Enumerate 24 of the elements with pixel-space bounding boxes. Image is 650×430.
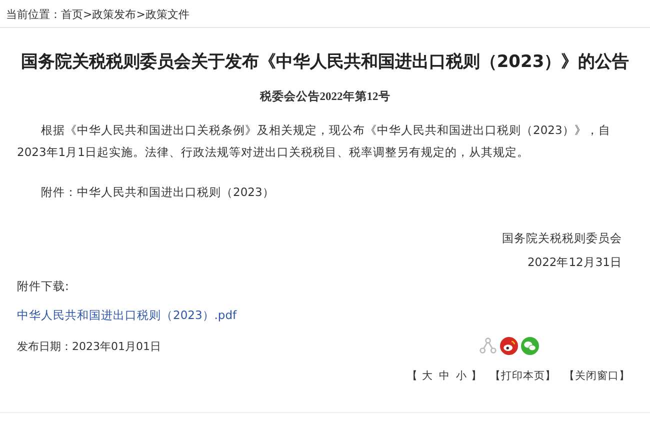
tool-link[interactable]: 【打印本页】 [490, 369, 556, 383]
bracket: 】 [471, 369, 482, 383]
weibo-icon[interactable] [500, 337, 518, 355]
breadcrumb-label: 当前位置： [6, 8, 61, 21]
font-size-link[interactable]: 大 [420, 369, 435, 383]
attachment-link[interactable]: 中华人民共和国进出口税则（2023）.pdf [17, 308, 237, 323]
signature: 国务院关税税则委员会 [501, 231, 623, 246]
font-size-link[interactable]: 中 [437, 369, 452, 383]
bracket: 【 [407, 369, 418, 383]
breadcrumb-link[interactable]: 政策文件 [145, 8, 190, 21]
article-paragraph: 根据《中华人民共和国进出口关税条例》及相关规定，现公布《中华人民共和国进出口税则（2023）》，自2023年1月1日起实施。法律、行政法规等对进出口关税税目、税率调整另有规定的，从其规定。 [17, 122, 612, 161]
breadcrumb-separator: > [136, 8, 146, 21]
article-paragraph: 附件：中华人民共和国进出口税则（2023） [40, 184, 276, 201]
attachments-label: 附件下载: [17, 279, 70, 294]
wechat-icon[interactable] [521, 337, 539, 355]
tool-link[interactable]: 【关闭窗口】 [564, 369, 630, 383]
font-size-link[interactable]: 小 [454, 369, 469, 383]
breadcrumb-link[interactable]: 政策发布 [92, 8, 136, 21]
article-title: 国务院关税税则委员会关于发布《中华人民共和国进出口税则（2023）》的公告 [20, 51, 630, 73]
breadcrumb-separator: > [83, 8, 92, 21]
publish-date: 发布日期：2023年01月01日 [17, 338, 161, 354]
signed-date: 2022年12月31日 [526, 255, 623, 270]
document-number: 税委会公告2022年第12号 [258, 89, 392, 104]
breadcrumb-link[interactable]: 首页 [61, 8, 83, 21]
